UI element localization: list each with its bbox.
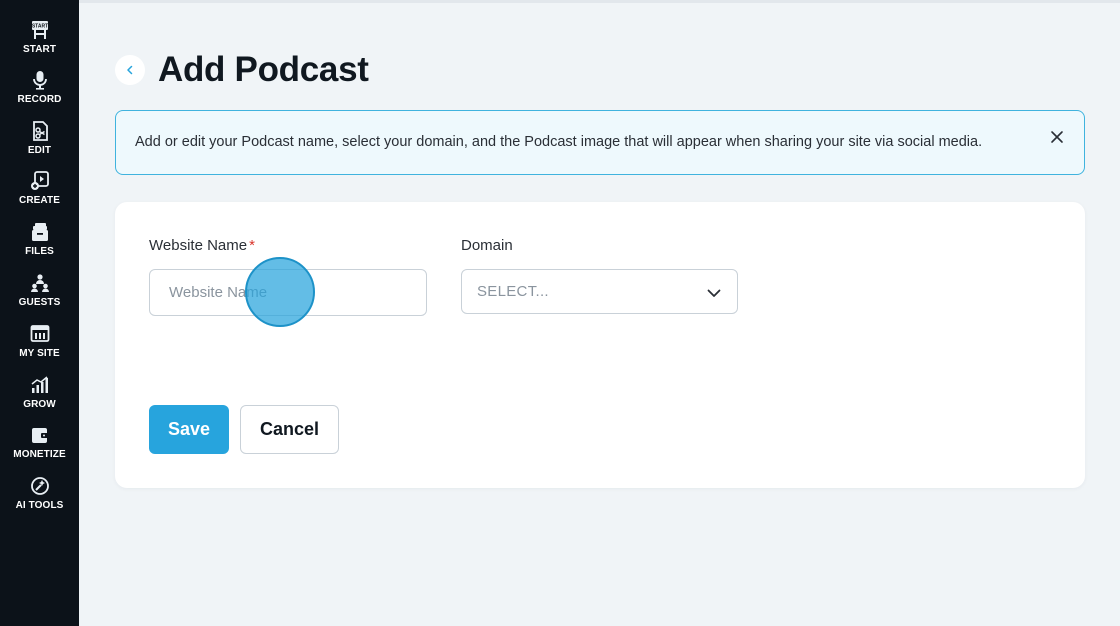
ai-tools-icon — [29, 475, 51, 497]
info-banner-text: Add or edit your Podcast name, select yo… — [135, 134, 983, 150]
sidebar-item-label: START — [22, 44, 57, 55]
website-name-label: Website Name * — [149, 237, 255, 254]
top-divider — [79, 0, 1120, 3]
back-button[interactable] — [115, 55, 145, 85]
required-asterisk: * — [249, 237, 255, 254]
sidebar-item-guests[interactable]: GUESTS — [0, 272, 79, 320]
chevron-left-icon — [127, 65, 133, 75]
sidebar: START START RECORD EDIT CREATE FILES GUE… — [0, 0, 79, 626]
microphone-icon — [29, 69, 51, 91]
sidebar-item-record[interactable]: RECORD — [0, 69, 79, 117]
sidebar-item-label: AI TOOLS — [15, 500, 64, 511]
website-icon — [29, 323, 51, 345]
sidebar-item-files[interactable]: FILES — [0, 221, 79, 269]
sidebar-item-label: GROW — [23, 399, 56, 410]
growth-chart-icon — [29, 374, 51, 396]
sidebar-item-label: EDIT — [27, 145, 52, 156]
files-icon — [29, 221, 51, 243]
close-icon[interactable] — [1048, 128, 1066, 146]
start-sign-icon: START — [29, 19, 51, 41]
website-name-label-text: Website Name — [149, 237, 248, 254]
info-banner: Add or edit your Podcast name, select yo… — [115, 110, 1085, 175]
edit-document-icon — [29, 120, 51, 142]
website-name-input[interactable] — [149, 269, 427, 316]
sidebar-item-create[interactable]: CREATE — [0, 170, 79, 218]
sidebar-item-start[interactable]: START START — [0, 19, 79, 67]
svg-text:START: START — [31, 24, 47, 30]
page-title: Add Podcast — [158, 50, 369, 89]
podcast-form-card: Website Name* Domain SELECT... Save Canc… — [115, 202, 1085, 488]
cancel-button[interactable]: Cancel — [240, 405, 339, 454]
sidebar-item-grow[interactable]: GROW — [0, 374, 79, 422]
chevron-down-icon — [707, 289, 721, 297]
wallet-icon — [29, 424, 51, 446]
sidebar-item-label: GUESTS — [18, 297, 61, 308]
guests-icon — [29, 272, 51, 294]
domain-select[interactable]: SELECT... — [461, 269, 738, 314]
sidebar-item-label: MY SITE — [19, 348, 60, 359]
save-button[interactable]: Save — [149, 405, 229, 454]
sidebar-item-my-site[interactable]: MY SITE — [0, 323, 79, 371]
sidebar-item-label: FILES — [25, 246, 54, 257]
sidebar-item-ai-tools[interactable]: AI TOOLS — [0, 475, 79, 523]
sidebar-item-label: RECORD — [17, 94, 62, 105]
sidebar-item-monetize[interactable]: MONETIZE — [0, 424, 79, 472]
sidebar-item-label: CREATE — [19, 195, 60, 206]
sidebar-item-label: MONETIZE — [13, 449, 66, 460]
create-video-icon — [29, 170, 51, 192]
domain-label: Domain — [461, 237, 513, 254]
domain-select-value: SELECT... — [477, 283, 549, 300]
sidebar-item-edit[interactable]: EDIT — [0, 120, 79, 168]
